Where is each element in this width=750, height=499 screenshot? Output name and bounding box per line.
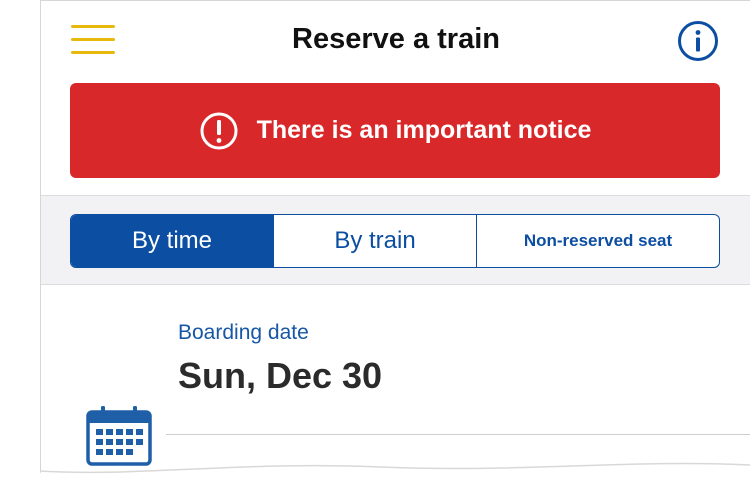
- header: Reserve a train: [41, 1, 750, 83]
- search-mode-tabs: By time By train Non-reserved seat: [70, 214, 720, 268]
- tab-by-time[interactable]: By time: [71, 215, 274, 267]
- app-screen: Reserve a train There is an important no…: [40, 0, 750, 473]
- tab-by-train[interactable]: By train: [274, 215, 477, 267]
- torn-edge-decoration: [0, 462, 750, 499]
- boarding-date-value[interactable]: Sun, Dec 30: [178, 355, 382, 397]
- alert-icon: [200, 112, 238, 149]
- page-title: Reserve a train: [292, 23, 500, 55]
- notice-text: There is an important notice: [256, 116, 592, 144]
- tab-non-reserved-seat[interactable]: Non-reserved seat: [477, 215, 719, 267]
- divider: [166, 434, 750, 435]
- info-icon[interactable]: [677, 20, 719, 62]
- boarding-date-label: Boarding date: [178, 321, 309, 344]
- search-mode-section: By time By train Non-reserved seat: [41, 195, 750, 285]
- important-notice-banner[interactable]: There is an important notice: [70, 83, 720, 178]
